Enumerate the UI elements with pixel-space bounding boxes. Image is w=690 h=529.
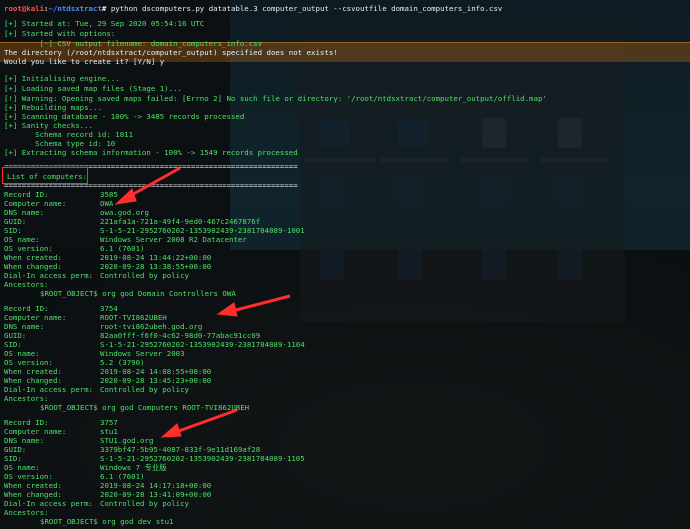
arrow-to-owa [114, 166, 181, 205]
arrow-to-stu1 [160, 408, 238, 438]
arrow-to-root-tvi862ubeh [216, 294, 291, 317]
terminal-window[interactable]: root@kali:~/ntdsxtract# python dscompute… [0, 0, 690, 529]
annotation-arrows [114, 166, 291, 438]
